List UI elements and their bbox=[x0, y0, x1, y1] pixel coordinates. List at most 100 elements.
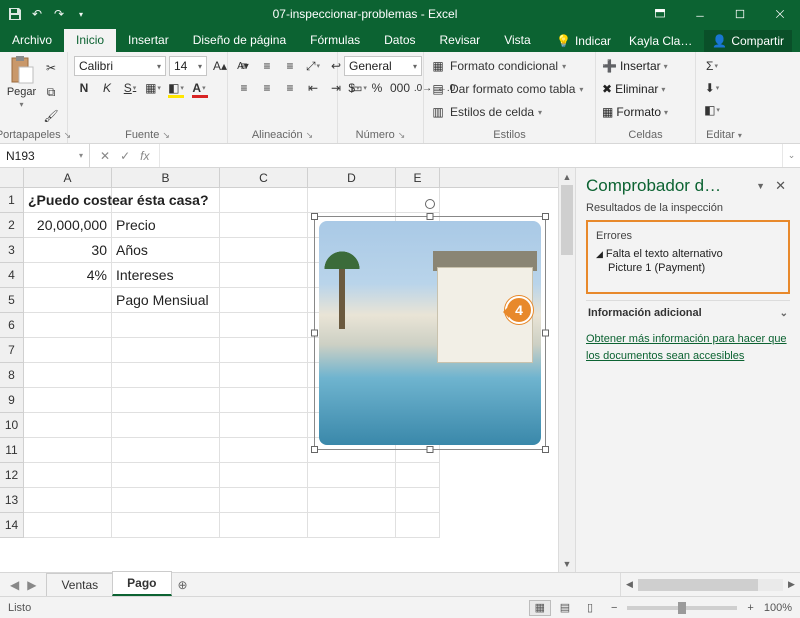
account-name[interactable]: Kayla Cla… bbox=[623, 32, 698, 50]
scroll-left-icon[interactable]: ◀ bbox=[621, 579, 638, 590]
format-as-table-button[interactable]: ▤Dar formato como tabla ▾ bbox=[430, 79, 583, 99]
fill-color-icon[interactable]: ◧▾ bbox=[166, 78, 186, 98]
row-header[interactable]: 14 bbox=[0, 513, 24, 538]
redo-icon[interactable]: ↷ bbox=[50, 5, 68, 23]
cell[interactable]: Años bbox=[112, 238, 220, 263]
cell[interactable]: 30 bbox=[24, 238, 112, 263]
align-top-icon[interactable]: ≡ bbox=[234, 56, 254, 76]
increase-font-icon[interactable]: A▴ bbox=[210, 56, 230, 76]
col-header[interactable]: B bbox=[112, 168, 220, 187]
cell[interactable]: ¿Puedo costear ésta casa? bbox=[28, 192, 209, 208]
font-color-icon[interactable]: A▾ bbox=[189, 78, 209, 98]
page-break-view-icon[interactable]: ▯ bbox=[579, 600, 601, 616]
dialog-launcher-icon[interactable]: ↘ bbox=[306, 130, 314, 141]
error-item[interactable]: ◢Falta el texto alternativo bbox=[596, 248, 780, 260]
align-center-icon[interactable]: ≡ bbox=[257, 78, 277, 98]
align-middle-icon[interactable]: ≡ bbox=[257, 56, 277, 76]
cell[interactable]: Intereses bbox=[112, 263, 220, 288]
row-header[interactable]: 3 bbox=[0, 238, 24, 263]
page-layout-view-icon[interactable]: ▤ bbox=[554, 600, 576, 616]
paste-button[interactable]: Pegar ▾ bbox=[6, 56, 37, 109]
dialog-launcher-icon[interactable]: ↘ bbox=[162, 130, 170, 141]
align-bottom-icon[interactable]: ≡ bbox=[280, 56, 300, 76]
enter-formula-icon[interactable]: ✓ bbox=[120, 149, 130, 163]
row-header[interactable]: 11 bbox=[0, 438, 24, 463]
cancel-formula-icon[interactable]: ✕ bbox=[100, 149, 110, 163]
ribbon-options-icon[interactable] bbox=[640, 0, 680, 28]
conditional-format-button[interactable]: ▦Formato condicional ▾ bbox=[430, 56, 583, 76]
zoom-out-icon[interactable]: − bbox=[611, 602, 617, 614]
bold-button[interactable]: N bbox=[74, 78, 94, 98]
fx-icon[interactable]: fx bbox=[140, 149, 149, 163]
tab-inicio[interactable]: Inicio bbox=[64, 29, 116, 52]
italic-button[interactable]: K bbox=[97, 78, 117, 98]
autosum-icon[interactable]: Σ▾ bbox=[702, 56, 722, 76]
row-header[interactable]: 1 bbox=[0, 188, 24, 213]
maximize-button[interactable] bbox=[720, 0, 760, 28]
tab-vista[interactable]: Vista bbox=[492, 29, 542, 52]
qat-customize-icon[interactable]: ▾ bbox=[72, 5, 90, 23]
additional-info-section[interactable]: Información adicional⌄ bbox=[586, 300, 790, 325]
cell[interactable]: Precio bbox=[112, 213, 220, 238]
number-format-select[interactable]: General▾ bbox=[344, 56, 422, 76]
tab-revisar[interactable]: Revisar bbox=[428, 29, 493, 52]
cell[interactable]: Pago Mensiual bbox=[112, 288, 220, 313]
align-right-icon[interactable]: ≡ bbox=[280, 78, 300, 98]
orientation-icon[interactable]: ⤢▾ bbox=[303, 56, 323, 76]
rotate-handle-icon[interactable] bbox=[425, 199, 435, 209]
taskpane-menu-icon[interactable]: ▼ bbox=[750, 181, 771, 191]
fill-icon[interactable]: ⬇▾ bbox=[702, 78, 722, 98]
font-family-select[interactable]: Calibri▾ bbox=[74, 56, 166, 76]
row-header[interactable]: 5 bbox=[0, 288, 24, 313]
vertical-scrollbar[interactable]: ▲ ▼ bbox=[558, 168, 575, 572]
undo-icon[interactable]: ↶ bbox=[28, 5, 46, 23]
horizontal-scrollbar[interactable]: ◀ ▶ bbox=[620, 573, 800, 596]
tell-me[interactable]: 💡Indicar bbox=[550, 32, 617, 50]
tab-diseno[interactable]: Diseño de página bbox=[181, 29, 298, 52]
currency-icon[interactable]: $▾ bbox=[344, 78, 364, 98]
font-size-select[interactable]: 14▾ bbox=[169, 56, 207, 76]
share-button[interactable]: 👤 Compartir bbox=[704, 30, 792, 52]
format-cells-button[interactable]: ▦Formato ▾ bbox=[602, 102, 668, 122]
normal-view-icon[interactable]: ▦ bbox=[529, 600, 551, 616]
save-icon[interactable] bbox=[6, 5, 24, 23]
scroll-down-icon[interactable]: ▼ bbox=[559, 555, 575, 572]
sheet-nav-prev-icon[interactable]: ◀ bbox=[10, 578, 19, 592]
new-sheet-button[interactable]: ⊕ bbox=[171, 573, 195, 596]
tab-datos[interactable]: Datos bbox=[372, 29, 427, 52]
format-painter-icon[interactable]: 🖌 bbox=[41, 106, 61, 126]
row-header[interactable]: 13 bbox=[0, 488, 24, 513]
scroll-up-icon[interactable]: ▲ bbox=[559, 168, 575, 185]
error-subitem[interactable]: Picture 1 (Payment) bbox=[596, 262, 780, 274]
close-button[interactable] bbox=[760, 0, 800, 28]
underline-button[interactable]: S▾ bbox=[120, 78, 140, 98]
expand-formula-icon[interactable]: ⌄ bbox=[782, 144, 800, 167]
col-header[interactable]: E bbox=[396, 168, 440, 187]
borders-icon[interactable]: ▦▾ bbox=[143, 78, 163, 98]
tab-formulas[interactable]: Fórmulas bbox=[298, 29, 372, 52]
zoom-level[interactable]: 100% bbox=[764, 602, 792, 614]
col-header[interactable]: C bbox=[220, 168, 308, 187]
decrease-indent-icon[interactable]: ⇤ bbox=[303, 78, 323, 98]
sheet-tab-pago[interactable]: Pago bbox=[112, 571, 171, 596]
sheet-tab-ventas[interactable]: Ventas bbox=[46, 573, 113, 596]
align-left-icon[interactable]: ≡ bbox=[234, 78, 254, 98]
cut-icon[interactable]: ✂ bbox=[41, 58, 61, 78]
scroll-thumb[interactable] bbox=[638, 579, 758, 591]
row-header[interactable]: 10 bbox=[0, 413, 24, 438]
sheet-nav-next-icon[interactable]: ▶ bbox=[27, 578, 36, 592]
clear-icon[interactable]: ◧▾ bbox=[702, 100, 722, 120]
embedded-picture[interactable] bbox=[314, 216, 546, 450]
col-header[interactable]: A bbox=[24, 168, 112, 187]
delete-cells-button[interactable]: ✖Eliminar ▾ bbox=[602, 79, 668, 99]
cell[interactable]: 20,000,000 bbox=[24, 213, 112, 238]
scroll-right-icon[interactable]: ▶ bbox=[783, 579, 800, 590]
scroll-thumb[interactable] bbox=[561, 185, 573, 255]
row-header[interactable]: 7 bbox=[0, 338, 24, 363]
zoom-slider[interactable] bbox=[627, 606, 737, 610]
copy-icon[interactable]: ⧉ bbox=[41, 82, 61, 102]
cell[interactable]: 4% bbox=[24, 263, 112, 288]
zoom-in-icon[interactable]: + bbox=[747, 602, 753, 614]
row-header[interactable]: 6 bbox=[0, 313, 24, 338]
row-header[interactable]: 12 bbox=[0, 463, 24, 488]
